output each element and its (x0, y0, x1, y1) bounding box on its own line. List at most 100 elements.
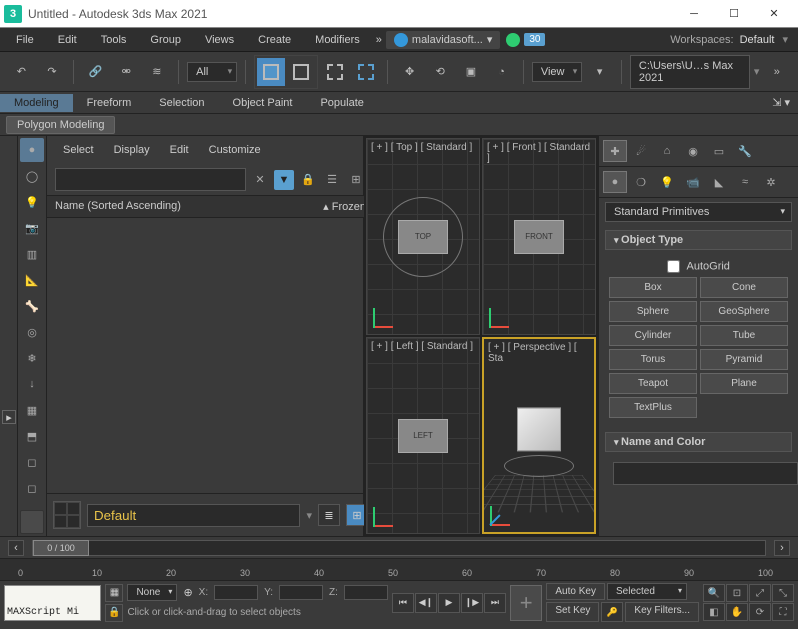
filter-xref-icon[interactable]: ⬒ (20, 424, 44, 448)
rotate-button[interactable]: ⟲ (427, 58, 454, 86)
view-list-icon[interactable]: ☰ (322, 170, 342, 190)
menu-modifiers[interactable]: Modifiers (303, 30, 372, 50)
move-button[interactable]: ✥ (396, 58, 423, 86)
menu-views[interactable]: Views (193, 30, 246, 50)
zoom-button[interactable]: 🔍 (703, 584, 725, 602)
filter-misc1-icon[interactable]: ◻ (20, 450, 44, 474)
keyfilters-button[interactable]: Key Filters... (625, 602, 699, 622)
display-tab-icon[interactable]: ▭ (707, 140, 731, 162)
play-button[interactable]: ▶ (438, 593, 460, 613)
explorer-menu-edit[interactable]: Edit (162, 142, 197, 158)
key-icon-button[interactable]: 🔑 (601, 602, 623, 622)
viewcube-top[interactable]: TOP (398, 220, 448, 254)
obj-pyramid[interactable]: Pyramid (700, 349, 788, 370)
expand-left-panel-button[interactable]: ▸ (2, 410, 16, 424)
time-slider-handle[interactable]: 0 / 100 (33, 540, 89, 556)
bind-spacewarp-button[interactable]: ≋ (144, 58, 171, 86)
filter-icon[interactable]: ▼ (274, 170, 294, 190)
prev-frame-button[interactable]: ◀❙ (415, 593, 437, 613)
y-coord-input[interactable] (279, 585, 323, 600)
obj-teapot[interactable]: Teapot (609, 373, 697, 394)
menu-create[interactable]: Create (246, 30, 303, 50)
obj-geosphere[interactable]: GeoSphere (700, 301, 788, 322)
x-coord-input[interactable] (214, 585, 258, 600)
viewcube-front[interactable]: FRONT (514, 220, 564, 254)
zoom-extents-all-button[interactable]: ⤡ (772, 584, 794, 602)
viewport-left-label[interactable]: [ + ] [ Left ] [ Standard ] (371, 341, 473, 352)
window-crossing-button[interactable] (353, 58, 380, 86)
isolate-toggle[interactable]: ▦ (105, 584, 123, 602)
cat-cameras-icon[interactable]: 📹 (681, 171, 705, 193)
ribbon-tab-freeform[interactable]: Freeform (73, 94, 146, 112)
utilities-tab-icon[interactable]: 🔧 (733, 140, 757, 162)
close-button[interactable]: ✕ (754, 0, 794, 28)
ref-coord-dropdown[interactable]: View (532, 62, 583, 82)
explorer-menu-select[interactable]: Select (55, 142, 102, 158)
clear-search-icon[interactable]: ✕ (250, 170, 270, 190)
ribbon-tab-modeling[interactable]: Modeling (0, 94, 73, 112)
project-path-input[interactable]: C:\Users\U…s Max 2021 (630, 55, 750, 89)
filter-geometry-icon[interactable]: ● (20, 138, 44, 162)
layer-name-input[interactable] (87, 504, 300, 527)
link-button[interactable]: 🔗 (82, 58, 109, 86)
viewcube-left[interactable]: LEFT (398, 419, 448, 453)
cat-lights-icon[interactable]: 💡 (655, 171, 679, 193)
selection-filter-dropdown[interactable]: All (187, 62, 237, 82)
viewport-front[interactable]: [ + ] [ Front ] [ Standard ] FRONT (482, 138, 596, 335)
time-config-left-button[interactable]: ‹ (8, 540, 24, 556)
cat-systems-icon[interactable]: ✲ (759, 171, 783, 193)
placement-button[interactable]: ◔ (488, 58, 515, 86)
obj-textplus[interactable]: TextPlus (609, 397, 697, 418)
autogrid-checkbox[interactable] (667, 260, 680, 273)
scale-button[interactable]: ▣ (458, 58, 485, 86)
filter-cameras-icon[interactable]: 📷 (20, 216, 44, 240)
key-mode-dropdown[interactable]: Selected (607, 583, 687, 600)
column-frozen-header[interactable]: ▴ Frozen (296, 200, 366, 213)
rollout-name-color[interactable]: Name and Color (605, 432, 792, 452)
viewport-layout-picker[interactable] (53, 498, 81, 532)
layers-button[interactable]: ≣ (318, 504, 340, 526)
polygon-modeling-pill[interactable]: Polygon Modeling (6, 116, 115, 134)
view-tree-icon[interactable]: ⊞ (346, 170, 366, 190)
modify-tab-icon[interactable]: ☄ (629, 140, 653, 162)
object-name-input[interactable] (613, 462, 798, 485)
toolbar-overflow-button[interactable]: » (763, 58, 790, 86)
minimize-button[interactable]: ─ (674, 0, 714, 28)
maxscript-listener[interactable]: MAXScript Mi (4, 585, 101, 621)
obj-plane[interactable]: Plane (700, 373, 788, 394)
workspace-dropdown[interactable]: Default (738, 34, 783, 46)
time-config-right-button[interactable]: › (774, 540, 790, 556)
filter-spacewarps-icon[interactable]: 📐 (20, 268, 44, 292)
viewport-perspective[interactable]: [ + ] [ Perspective ] [ Sta (482, 337, 596, 534)
filter-frozen-icon[interactable]: ❄ (20, 346, 44, 370)
obj-sphere[interactable]: Sphere (609, 301, 697, 322)
goto-end-button[interactable]: ⏭ (484, 593, 506, 613)
motion-tab-icon[interactable]: ◉ (681, 140, 705, 162)
cat-shapes-icon[interactable]: ❍ (629, 171, 653, 193)
goto-start-button[interactable]: ⏮ (392, 593, 414, 613)
viewport-perspective-label[interactable]: [ + ] [ Perspective ] [ Sta (488, 342, 594, 364)
obj-box[interactable]: Box (609, 277, 697, 298)
filter-bone-icon[interactable]: 🦴 (20, 294, 44, 318)
z-coord-input[interactable] (344, 585, 388, 600)
cat-helpers-icon[interactable]: ◣ (707, 171, 731, 193)
scene-explorer-list[interactable] (47, 218, 374, 493)
cat-spacewarps-icon[interactable]: ≈ (733, 171, 757, 193)
obj-torus[interactable]: Torus (609, 349, 697, 370)
ribbon-expand-button[interactable]: ⇲ ▾ (764, 93, 798, 112)
ribbon-tab-objectpaint[interactable]: Object Paint (219, 94, 307, 112)
time-slider[interactable]: 0 / 100 (32, 540, 766, 556)
obj-cylinder[interactable]: Cylinder (609, 325, 697, 346)
menu-overflow-icon[interactable]: » (372, 34, 386, 46)
viewport-front-label[interactable]: [ + ] [ Front ] [ Standard ] (487, 142, 595, 164)
select-by-name-button[interactable] (287, 58, 315, 86)
filter-helpers-icon[interactable]: ▥ (20, 242, 44, 266)
menu-tools[interactable]: Tools (89, 30, 139, 50)
pivot-center-button[interactable]: ▾ (586, 58, 613, 86)
selection-set-dropdown[interactable]: None (127, 584, 177, 601)
orbit-button[interactable]: ⟳ (749, 603, 771, 621)
obj-tube[interactable]: Tube (700, 325, 788, 346)
zoom-extents-button[interactable]: ⤢ (749, 584, 771, 602)
autosave-timer[interactable]: 30 (500, 31, 551, 49)
ribbon-tab-selection[interactable]: Selection (145, 94, 218, 112)
